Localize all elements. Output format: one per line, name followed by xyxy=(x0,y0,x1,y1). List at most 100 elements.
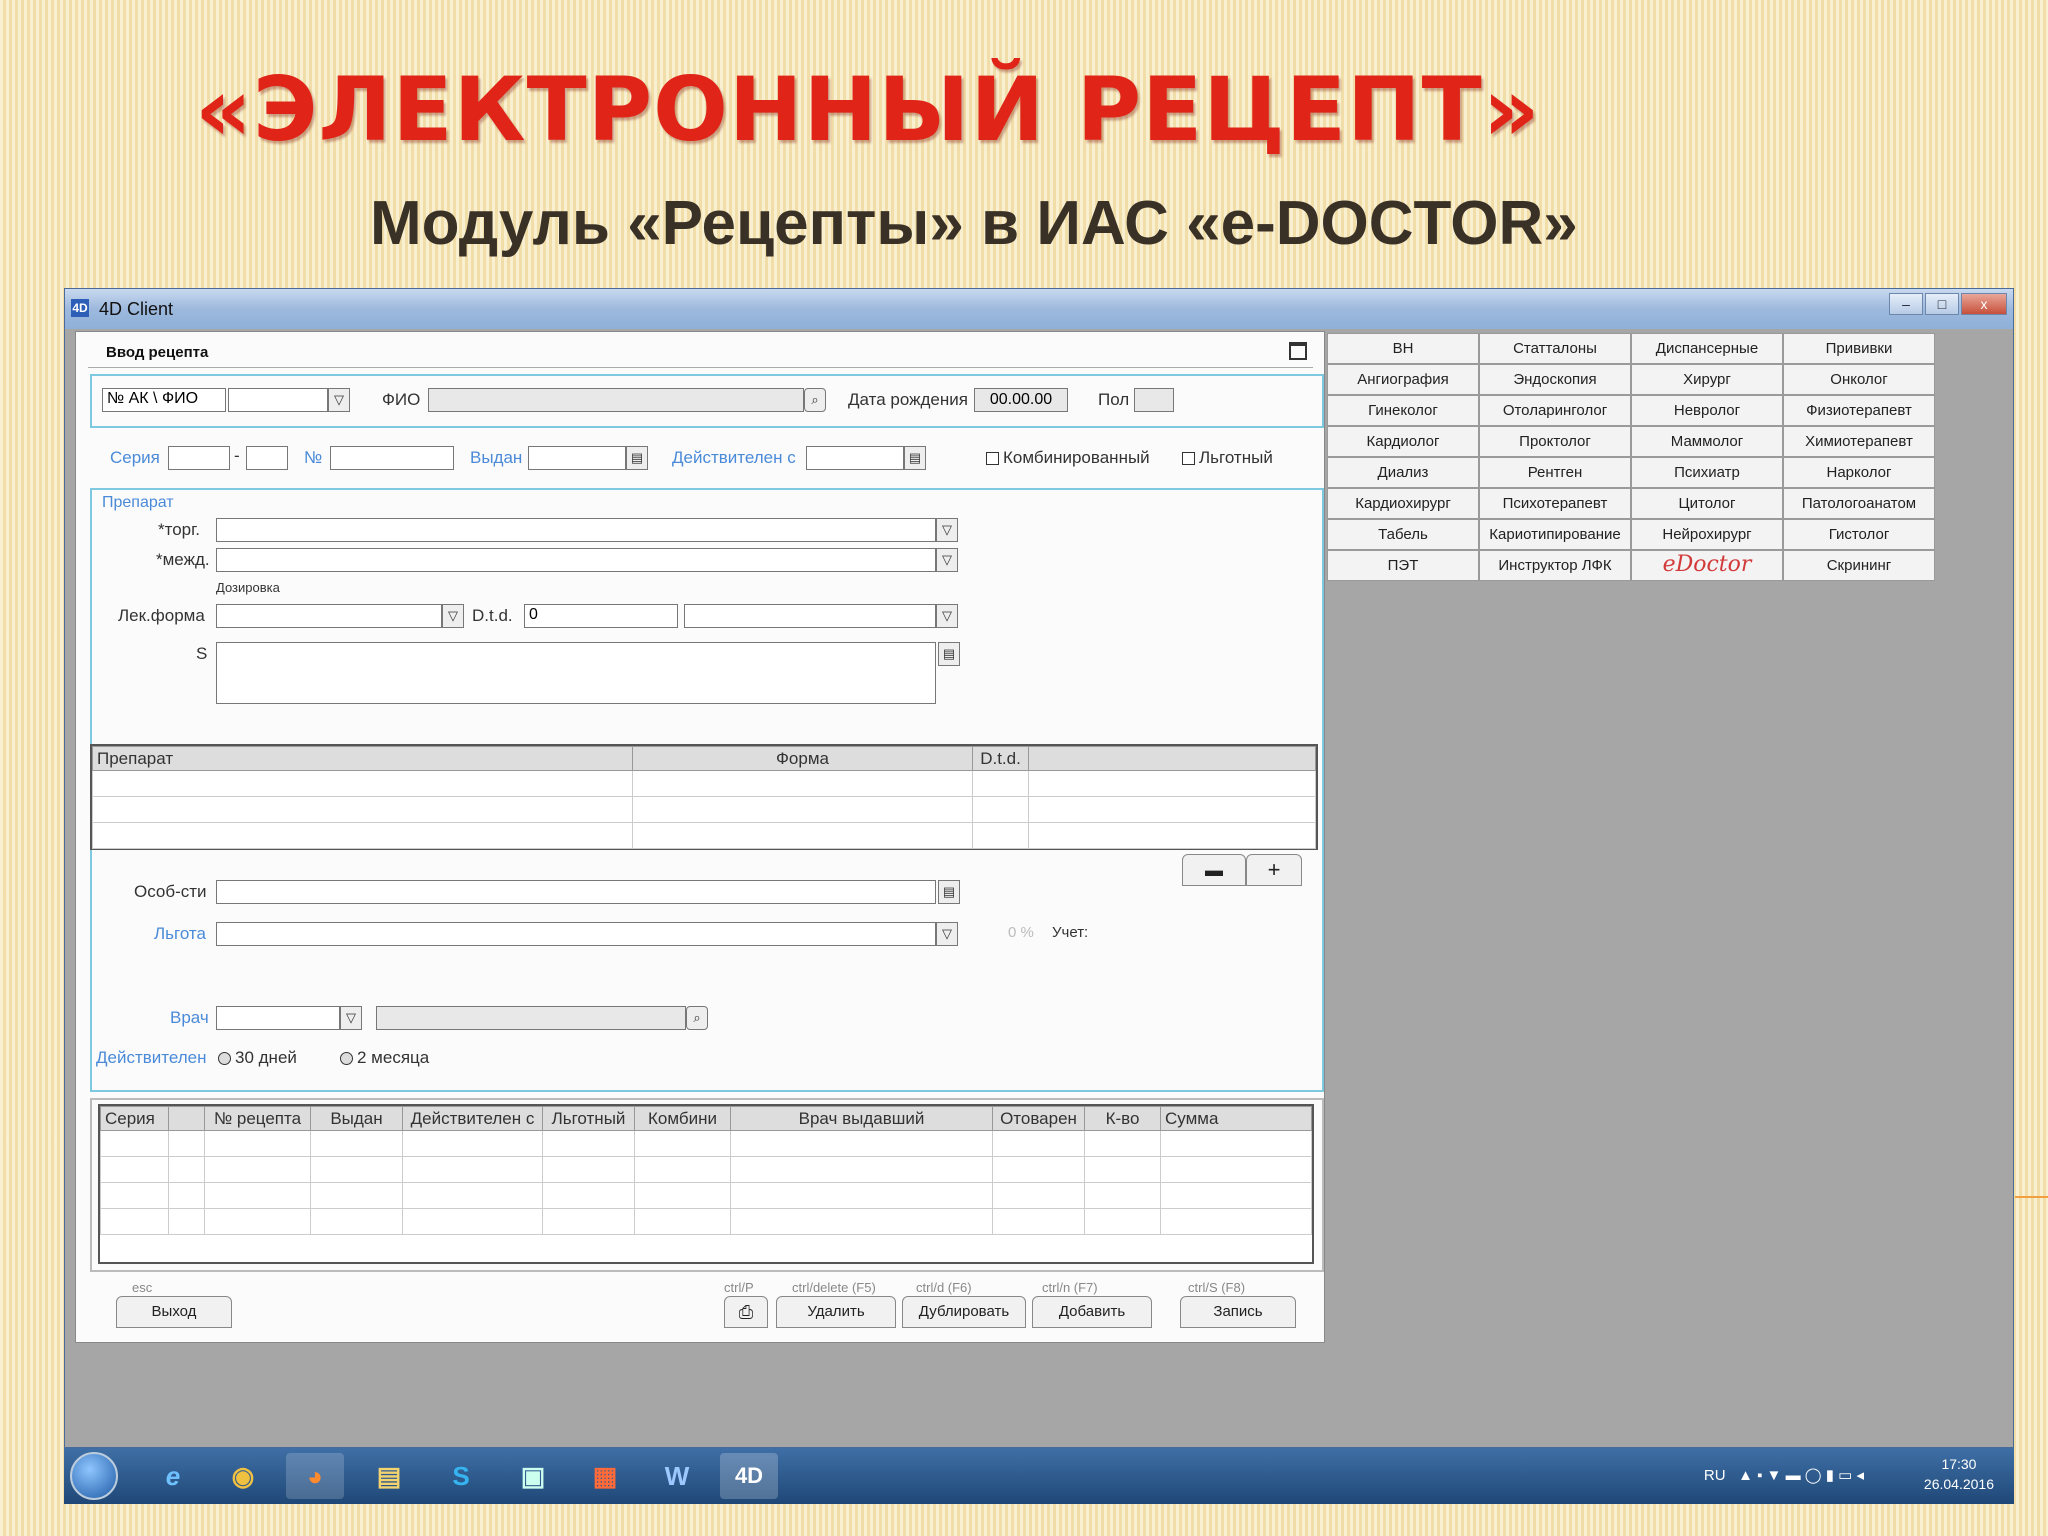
specialist-button[interactable]: Невролог xyxy=(1631,395,1783,426)
specialist-button[interactable]: Отоларинголог xyxy=(1479,395,1631,426)
dtd-unit-input[interactable] xyxy=(684,604,936,628)
chevron-down-icon[interactable]: ▽ xyxy=(340,1006,362,1030)
chrome-icon[interactable]: ◉ xyxy=(214,1453,272,1499)
column-header[interactable]: Выдан xyxy=(310,1106,403,1131)
radio-icon[interactable] xyxy=(340,1052,353,1066)
table-row[interactable] xyxy=(100,1182,1312,1209)
column-header[interactable]: Препарат xyxy=(92,746,633,771)
signa-textarea[interactable] xyxy=(216,642,936,704)
chevron-down-icon[interactable]: ▽ xyxy=(936,922,958,946)
exit-button[interactable]: Выход xyxy=(116,1296,232,1328)
chevron-down-icon[interactable]: ▽ xyxy=(936,604,958,628)
valid-from-input[interactable] xyxy=(806,446,904,470)
specialist-button[interactable]: Хирург xyxy=(1631,364,1783,395)
specialist-button[interactable]: Маммолог xyxy=(1631,426,1783,457)
search-icon[interactable]: ⌕ xyxy=(804,388,826,412)
specialist-button[interactable]: Рентген xyxy=(1479,457,1631,488)
add-button[interactable]: Добавить xyxy=(1032,1296,1152,1328)
preferential-checkbox[interactable]: Льготный xyxy=(1182,448,1273,468)
column-header[interactable]: D.t.d. xyxy=(972,746,1029,771)
features-input[interactable] xyxy=(216,880,936,904)
table-row[interactable] xyxy=(92,822,1316,849)
trade-name-input[interactable] xyxy=(216,518,936,542)
skype-icon[interactable]: S xyxy=(432,1453,490,1499)
specialist-button[interactable]: Онколог xyxy=(1783,364,1935,395)
window-titlebar[interactable]: 4D 4D Client – □ x xyxy=(65,289,2013,329)
sex-input[interactable] xyxy=(1134,388,1174,412)
specialist-button[interactable]: Химиотерапевт xyxy=(1783,426,1935,457)
4d-client-icon[interactable]: 4D xyxy=(720,1453,778,1499)
maximize-icon[interactable] xyxy=(1289,342,1307,360)
specialist-button[interactable]: Прививки xyxy=(1783,333,1935,364)
valid-30-radio[interactable]: 30 дней xyxy=(218,1048,297,1068)
column-header[interactable]: Действителен с xyxy=(402,1106,543,1131)
delete-button[interactable]: Удалить xyxy=(776,1296,896,1328)
table-row[interactable] xyxy=(100,1156,1312,1183)
number-input[interactable] xyxy=(330,446,454,470)
duplicate-button[interactable]: Дублировать xyxy=(902,1296,1026,1328)
list-picker-icon[interactable]: ▤ xyxy=(938,880,960,904)
explorer-icon[interactable]: ▤ xyxy=(360,1453,418,1499)
specialist-button[interactable]: Кардиолог xyxy=(1327,426,1479,457)
column-header[interactable]: Сумма xyxy=(1160,1106,1312,1131)
specialist-button[interactable]: Гистолог xyxy=(1783,519,1935,550)
column-header[interactable] xyxy=(168,1106,205,1131)
word-icon[interactable]: W xyxy=(648,1453,706,1499)
chevron-down-icon[interactable]: ▽ xyxy=(442,604,464,628)
column-header[interactable]: Льготный xyxy=(542,1106,635,1131)
specialist-button[interactable]: Кардиохирург xyxy=(1327,488,1479,519)
dtd-input[interactable]: 0 xyxy=(524,604,678,628)
column-header[interactable]: Форма xyxy=(632,746,973,771)
chevron-down-icon[interactable]: ▽ xyxy=(936,548,958,572)
specialist-button[interactable]: Кариотипирование xyxy=(1479,519,1631,550)
radio-icon[interactable] xyxy=(218,1052,231,1066)
fio-input[interactable] xyxy=(428,388,804,412)
patient-id-input[interactable] xyxy=(228,388,328,412)
specialist-button[interactable]: Патологоанатом xyxy=(1783,488,1935,519)
specialist-button[interactable]: Психиатр xyxy=(1631,457,1783,488)
add-row-button[interactable]: + xyxy=(1246,854,1302,886)
table-row[interactable] xyxy=(100,1130,1312,1157)
series-input-1[interactable] xyxy=(168,446,230,470)
checkbox-icon[interactable] xyxy=(1182,452,1195,466)
calendar-icon[interactable]: ▤ xyxy=(904,446,926,470)
table-row[interactable] xyxy=(100,1208,1312,1235)
checkbox-icon[interactable] xyxy=(986,452,999,466)
series-input-2[interactable] xyxy=(246,446,288,470)
specialist-button[interactable]: Цитолог xyxy=(1631,488,1783,519)
patient-selector[interactable]: № АК \ ФИО xyxy=(102,388,226,412)
combined-checkbox[interactable]: Комбинированный xyxy=(986,448,1150,468)
column-header[interactable]: К-во xyxy=(1084,1106,1161,1131)
specialist-button[interactable]: Нейрохирург xyxy=(1631,519,1783,550)
specialist-button[interactable]: Психотерапевт xyxy=(1479,488,1631,519)
remove-row-button[interactable]: ▬ xyxy=(1182,854,1246,886)
specialist-button[interactable]: ПЭТ xyxy=(1327,550,1479,581)
specialist-button[interactable]: Проктолог xyxy=(1479,426,1631,457)
system-tray[interactable]: RU ▲ ▪ ▼ ▬ ◯ ▮ ▭ ◂ xyxy=(1704,1466,1864,1484)
firefox-icon[interactable]: ◕ xyxy=(286,1453,344,1499)
specialist-button[interactable]: eDoctor xyxy=(1631,550,1783,581)
start-button[interactable] xyxy=(70,1452,118,1500)
doctor-input[interactable] xyxy=(216,1006,340,1030)
chevron-down-icon[interactable]: ▽ xyxy=(328,388,350,412)
intl-name-input[interactable] xyxy=(216,548,936,572)
tray-icons[interactable]: ▲ ▪ ▼ ▬ ◯ ▮ ▭ ◂ xyxy=(1738,1467,1864,1484)
valid-2m-radio[interactable]: 2 месяца xyxy=(340,1048,429,1068)
specialist-button[interactable]: Нарколог xyxy=(1783,457,1935,488)
specialist-button[interactable]: Диспансерные xyxy=(1631,333,1783,364)
drug-form-input[interactable] xyxy=(216,604,442,628)
specialist-button[interactable]: Статталоны xyxy=(1479,333,1631,364)
table-row[interactable] xyxy=(92,796,1316,823)
maximize-button[interactable]: □ xyxy=(1925,293,1959,315)
specialist-button[interactable]: Ангиография xyxy=(1327,364,1479,395)
column-header[interactable]: № рецепта xyxy=(204,1106,311,1131)
specialist-button[interactable]: Физиотерапевт xyxy=(1783,395,1935,426)
minimize-button[interactable]: – xyxy=(1889,293,1923,315)
benefit-input[interactable] xyxy=(216,922,936,946)
save-app-icon[interactable]: ▣ xyxy=(504,1453,562,1499)
search-icon[interactable]: ⌕ xyxy=(686,1006,708,1030)
print-button[interactable]: ⎙ xyxy=(724,1296,768,1328)
column-header[interactable]: Отоварен xyxy=(992,1106,1085,1131)
save-button[interactable]: Запись xyxy=(1180,1296,1296,1328)
specialist-button[interactable]: Гинеколог xyxy=(1327,395,1479,426)
